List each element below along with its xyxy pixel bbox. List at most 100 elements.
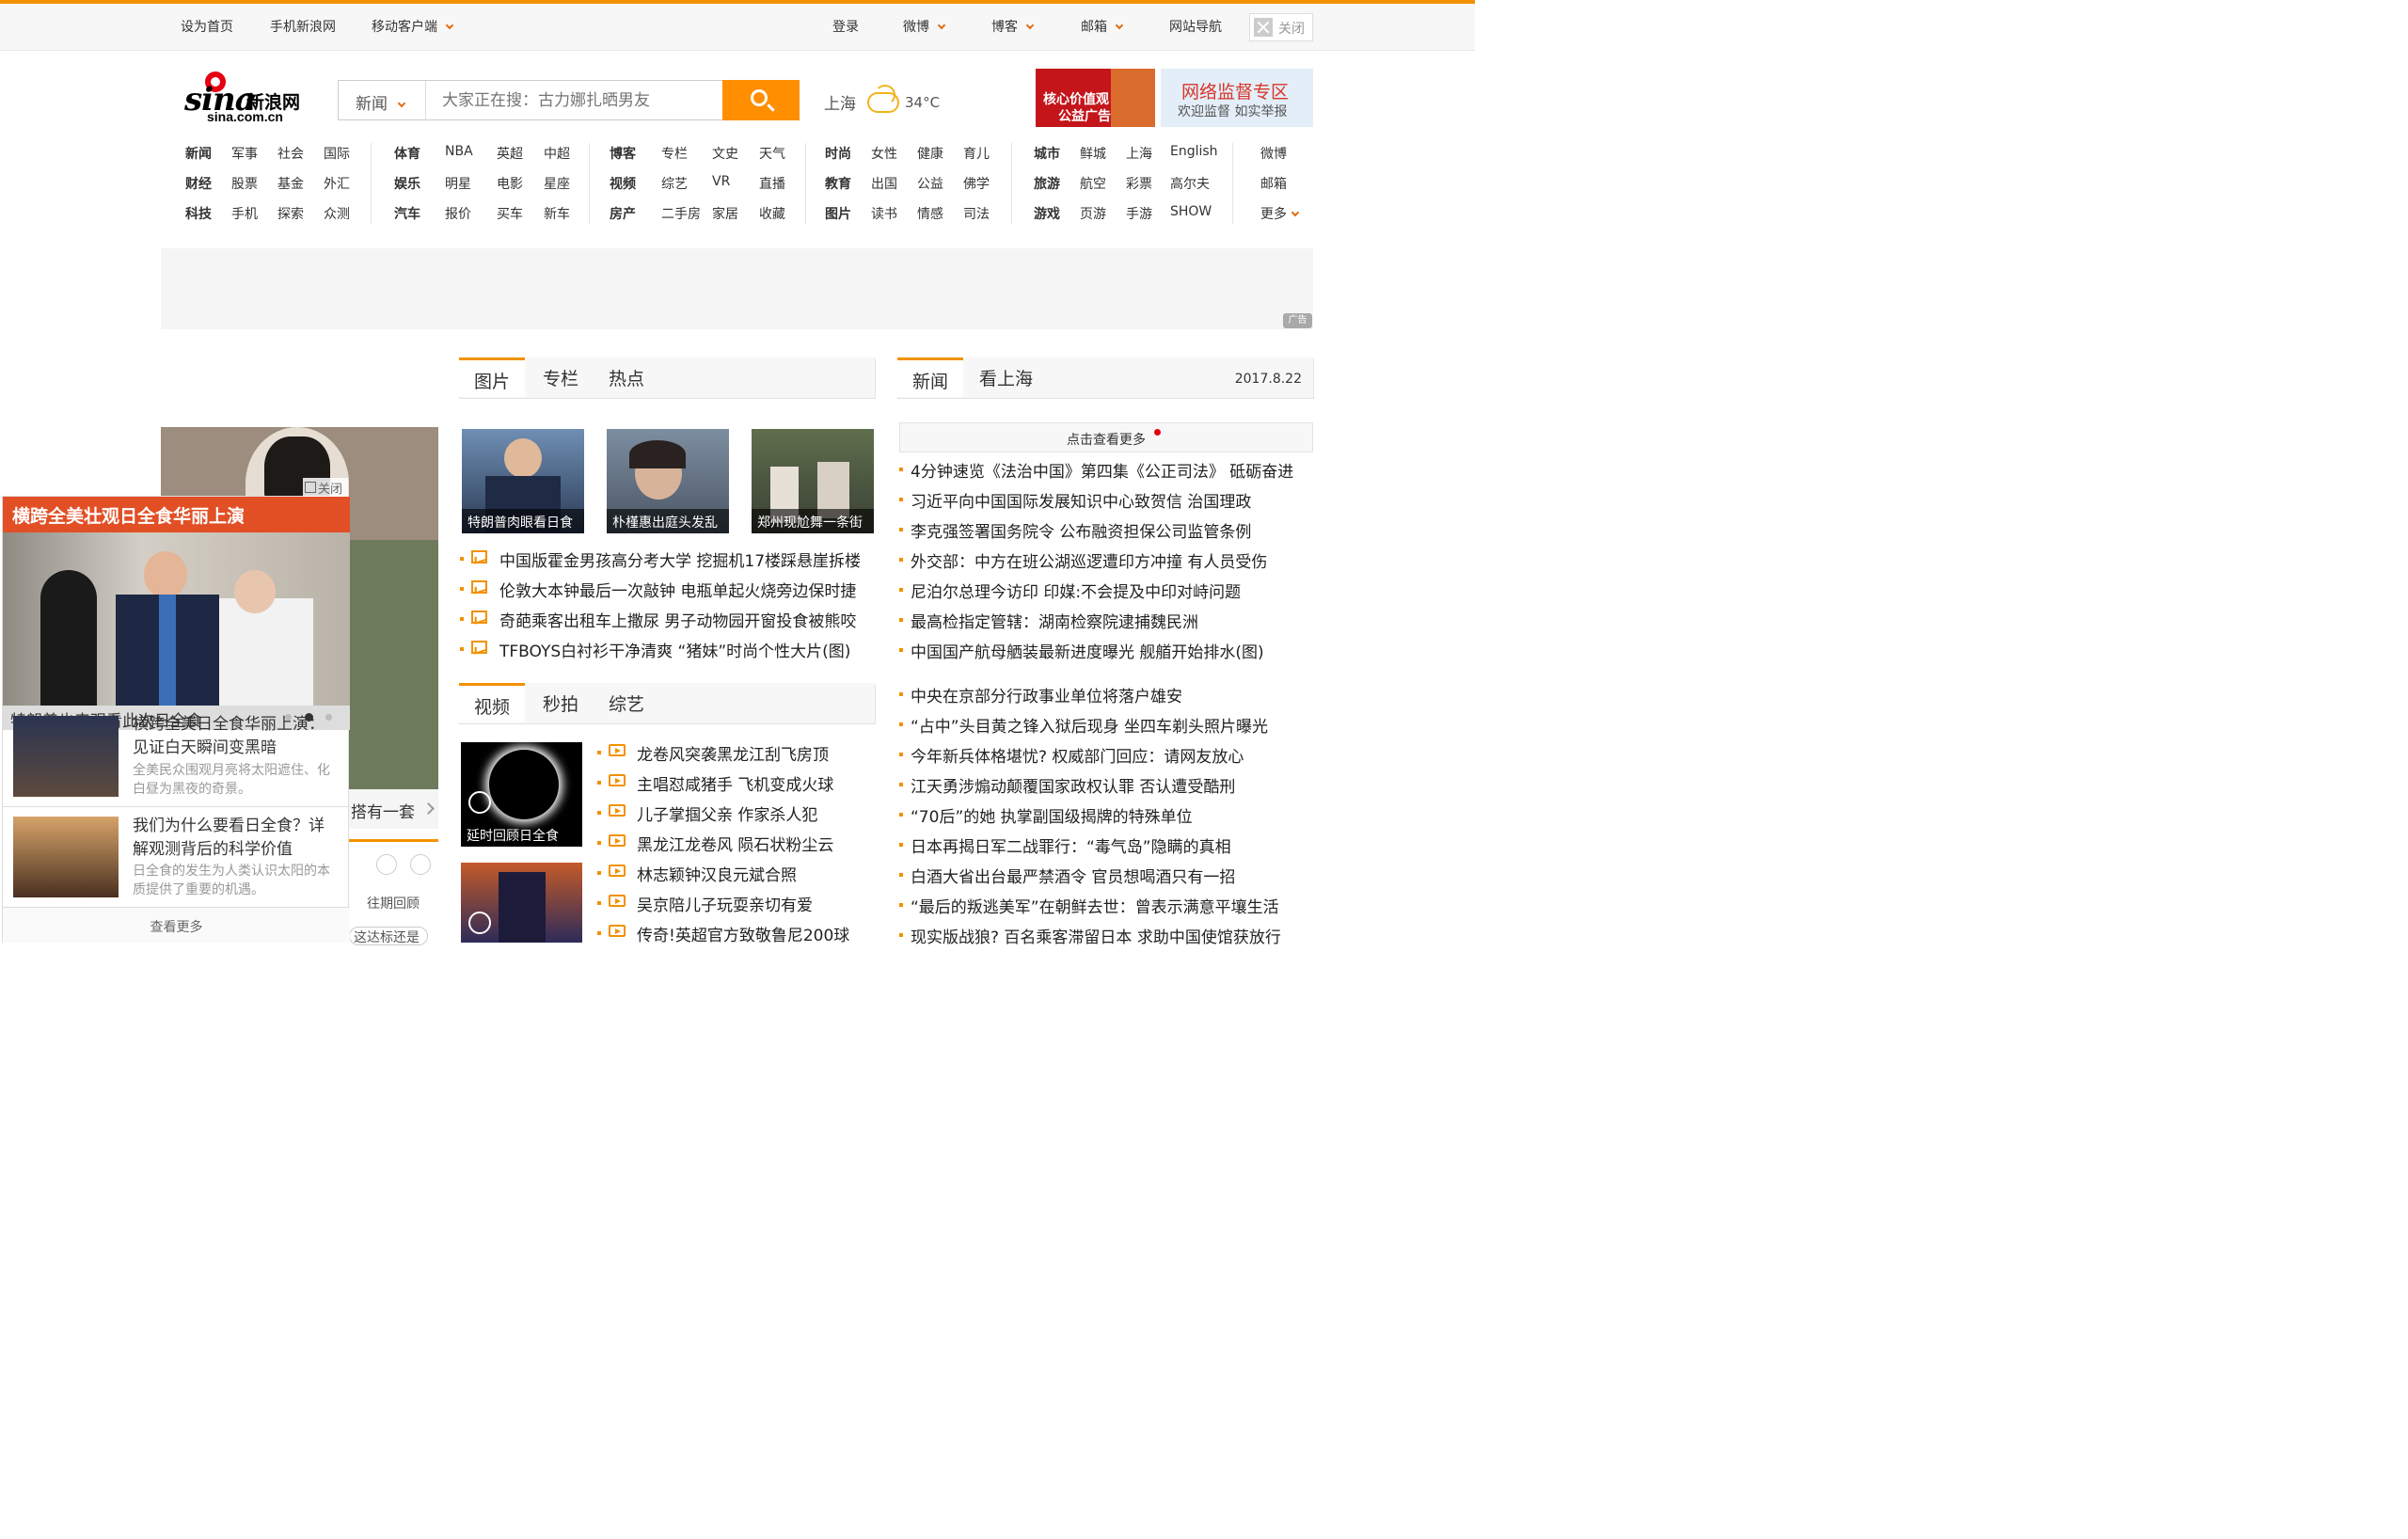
nav-link[interactable]: 时尚 bbox=[825, 144, 851, 163]
news-link[interactable]: 白酒大省出台最严禁酒令 官员想喝酒只有一招 bbox=[911, 864, 1235, 887]
video-thumb[interactable]: 延时回顾日全食 bbox=[461, 742, 582, 847]
news-link[interactable]: 中央在京部分行政事业单位将落户雄安 bbox=[911, 683, 1182, 706]
news-link[interactable]: 习近平向中国国际发展知识中心致贺信 治国理政 bbox=[911, 488, 1251, 512]
nav-link[interactable]: 军事 bbox=[231, 144, 258, 163]
nav-link[interactable]: 图片 bbox=[825, 204, 851, 223]
tab-video[interactable]: 视频 bbox=[459, 683, 526, 722]
popup-item-title[interactable]: 横跨全美日全食华丽上演：见证白天瞬间变黑暗 bbox=[133, 713, 336, 760]
nav-link[interactable]: 手游 bbox=[1126, 204, 1152, 223]
nav-link[interactable]: 综艺 bbox=[661, 174, 688, 193]
nav-link[interactable]: 直播 bbox=[759, 174, 785, 193]
photo-thumb[interactable]: 朴槿惠出庭头发乱 bbox=[607, 429, 729, 533]
nav-link[interactable]: 专栏 bbox=[661, 144, 688, 163]
nav-link[interactable]: 中超 bbox=[544, 144, 570, 163]
next-arrow-icon[interactable] bbox=[410, 854, 431, 875]
close-topbar-button[interactable]: 关闭 bbox=[1249, 13, 1313, 41]
news-link[interactable]: 儿子掌掴父亲 作家杀人犯 bbox=[637, 801, 817, 825]
nav-link[interactable]: 读书 bbox=[871, 204, 897, 223]
tab-column[interactable]: 专栏 bbox=[543, 365, 578, 390]
login-link[interactable]: 登录 bbox=[832, 17, 859, 36]
news-link[interactable]: 龙卷风突袭黑龙江刮飞房顶 bbox=[637, 741, 829, 765]
nav-link[interactable]: 佛学 bbox=[963, 174, 990, 193]
nav-link[interactable]: 页游 bbox=[1080, 204, 1106, 223]
nav-link[interactable]: 司法 bbox=[963, 204, 990, 223]
tab-miaopai[interactable]: 秒拍 bbox=[543, 690, 578, 716]
weibo-menu[interactable]: 微博 bbox=[903, 17, 946, 36]
nav-link[interactable]: 上海 bbox=[1126, 144, 1152, 163]
nav-link[interactable]: 教育 bbox=[825, 174, 851, 193]
left-bottom-pill[interactable]: 这达标还是 bbox=[349, 927, 428, 945]
mobile-client-menu[interactable]: 移动客户端 bbox=[372, 17, 454, 36]
popup-close-button[interactable]: 关闭 bbox=[303, 478, 348, 497]
news-link[interactable]: 今年新兵体格堪忧? 权威部门回应：请网友放心 bbox=[911, 743, 1244, 767]
tab-shanghai[interactable]: 看上海 bbox=[979, 365, 1033, 390]
nav-link[interactable]: 高尔夫 bbox=[1170, 174, 1210, 193]
ad-banner[interactable] bbox=[161, 248, 1313, 329]
nav-link[interactable]: 城市 bbox=[1034, 144, 1060, 163]
nav-link[interactable]: 女性 bbox=[871, 144, 897, 163]
nav-link[interactable]: 英超 bbox=[497, 144, 523, 163]
search-category-select[interactable]: 新闻 bbox=[339, 81, 426, 119]
nav-link[interactable]: 旅游 bbox=[1034, 174, 1060, 193]
nav-link[interactable]: 科技 bbox=[185, 204, 212, 223]
news-link[interactable]: 伦敦大本钟最后一次敲钟 电瓶单起火烧旁边保时捷 bbox=[499, 578, 856, 601]
news-link[interactable]: 最高检指定管辖：湖南检察院逮捕魏民洲 bbox=[911, 609, 1198, 632]
nav-link[interactable]: 娱乐 bbox=[394, 174, 420, 193]
weather-widget[interactable]: 上海 34°C bbox=[824, 85, 940, 114]
nav-link[interactable]: 社会 bbox=[277, 144, 304, 163]
nav-link[interactable]: 鲜城 bbox=[1080, 144, 1106, 163]
news-link[interactable]: 主唱怼咸猪手 飞机变成火球 bbox=[637, 771, 833, 795]
news-link[interactable]: 吴京陪儿子玩耍亲切有爱 bbox=[637, 892, 813, 915]
news-link[interactable]: 现实版战狼? 百名乘客滞留日本 求助中国使馆获放行 bbox=[911, 924, 1281, 947]
nav-link[interactable]: 健康 bbox=[917, 144, 943, 163]
nav-link[interactable]: 微博 bbox=[1260, 144, 1287, 163]
more-menu[interactable]: 更多 bbox=[1260, 204, 1300, 223]
nav-link[interactable]: 基金 bbox=[277, 174, 304, 193]
sina-logo[interactable]: sina 新浪网 sina.com.cn bbox=[184, 68, 316, 126]
nav-link[interactable]: VR bbox=[712, 174, 730, 189]
nav-link[interactable]: SHOW bbox=[1170, 204, 1212, 219]
news-link[interactable]: “最后的叛逃美军”在朝鲜去世：曾表示满意平壤生活 bbox=[911, 894, 1279, 917]
news-link[interactable]: 传奇!英超官方致敬鲁尼200球 bbox=[637, 922, 849, 945]
news-link[interactable]: 李克强签署国务院令 公布融资担保公司监管条例 bbox=[911, 518, 1251, 542]
nav-link[interactable]: 育儿 bbox=[963, 144, 990, 163]
set-homepage-link[interactable]: 设为首页 bbox=[181, 17, 233, 36]
popup-item-title[interactable]: 我们为什么要看日全食？详解观测背后的科学价值 bbox=[133, 815, 336, 862]
nav-link[interactable]: 众测 bbox=[324, 204, 350, 223]
popup-item-thumb[interactable] bbox=[13, 716, 119, 797]
nav-link[interactable]: 星座 bbox=[544, 174, 570, 193]
news-link[interactable]: TFBOYS白衬衫干净清爽 “猪妹”时尚个性大片(图) bbox=[499, 638, 850, 661]
nav-link[interactable]: 公益 bbox=[917, 174, 943, 193]
news-link[interactable]: “占中”头目黄之锋入狱后现身 坐四车剃头照片曝光 bbox=[911, 713, 1268, 737]
nav-link[interactable]: 情感 bbox=[917, 204, 943, 223]
past-review-link[interactable]: 往期回顾 bbox=[367, 894, 420, 912]
nav-link[interactable]: 股票 bbox=[231, 174, 258, 193]
nav-link[interactable]: 博客 bbox=[610, 144, 636, 163]
blog-menu[interactable]: 博客 bbox=[991, 17, 1035, 36]
nav-link[interactable]: 外汇 bbox=[324, 174, 350, 193]
news-link[interactable]: 中国版霍金男孩高分考大学 挖掘机17楼踩悬崖拆楼 bbox=[499, 547, 861, 571]
news-link[interactable]: 尼泊尔总理今访印 印媒:不会提及中印对峙问题 bbox=[911, 579, 1241, 602]
popup-title[interactable]: 横跨全美壮观日全食华丽上演 bbox=[3, 497, 350, 532]
nav-link[interactable]: 财经 bbox=[185, 174, 212, 193]
nav-link[interactable]: 视频 bbox=[610, 174, 636, 193]
news-link[interactable]: 4分钟速览《法治中国》第四集《公正司法》 砥砺奋进 bbox=[911, 458, 1293, 482]
news-link[interactable]: 林志颖钟汉良元斌合照 bbox=[637, 862, 797, 885]
news-link[interactable]: “70后”的她 执掌副国级揭牌的特殊单位 bbox=[911, 803, 1193, 827]
nav-link[interactable]: 汽车 bbox=[394, 204, 420, 223]
news-link[interactable]: 外交部：中方在班公湖巡逻遭印方冲撞 有人员受伤 bbox=[911, 548, 1267, 572]
photo-thumb[interactable]: 郑州现尬舞一条街 bbox=[752, 429, 874, 533]
popup-image[interactable] bbox=[3, 532, 350, 706]
nav-link[interactable]: 出国 bbox=[871, 174, 897, 193]
news-link[interactable]: 黑龙江龙卷风 陨石状粉尘云 bbox=[637, 832, 833, 855]
mail-menu[interactable]: 邮箱 bbox=[1081, 17, 1124, 36]
tab-variety[interactable]: 综艺 bbox=[609, 690, 644, 716]
photo-thumb[interactable]: 特朗普肉眼看日食 bbox=[462, 429, 584, 533]
nav-link[interactable]: 国际 bbox=[324, 144, 350, 163]
nav-link[interactable]: 房产 bbox=[610, 204, 636, 223]
nav-link[interactable]: 新闻 bbox=[185, 144, 212, 163]
core-values-ad[interactable]: 核心价值观 公益广告 bbox=[1036, 69, 1155, 127]
tab-news[interactable]: 新闻 bbox=[897, 357, 964, 397]
news-link[interactable]: 日本再揭日军二战罪行：“毒气岛”隐瞒的真相 bbox=[911, 833, 1231, 857]
nav-link[interactable]: English bbox=[1170, 144, 1218, 159]
